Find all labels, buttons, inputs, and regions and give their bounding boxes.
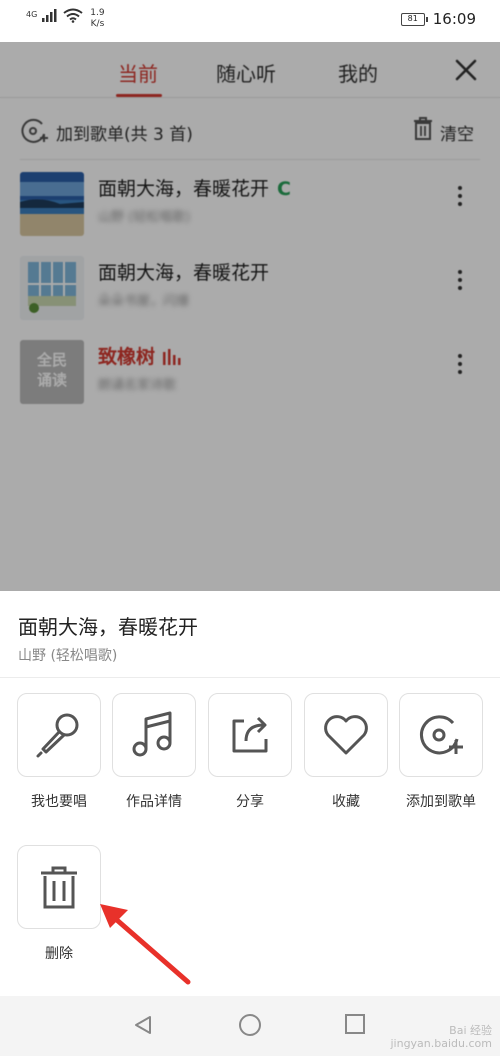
sheet-subtitle: 山野 (轻松唱歌) xyxy=(18,648,118,664)
recent-apps-icon[interactable] xyxy=(344,1014,366,1036)
add-to-playlist-icon xyxy=(420,715,463,755)
battery-icon: 81 xyxy=(400,12,428,26)
clock: 16:09 xyxy=(432,10,476,28)
divider xyxy=(0,677,500,678)
trash-icon xyxy=(41,866,77,909)
microphone-icon xyxy=(36,713,79,758)
delete-button[interactable]: 删除 xyxy=(17,845,101,963)
sheet-title: 面朝大海，春暖花开 xyxy=(18,615,198,639)
add-to-playlist-action-button[interactable]: 添加到歌单 xyxy=(399,693,483,811)
action-sheet: 面朝大海，春暖花开 山野 (轻松唱歌) 我也要唱 作品详情 分享 收藏 添加到歌… xyxy=(0,591,500,996)
share-icon xyxy=(232,716,268,753)
network-speed: 1.9 K/s xyxy=(90,8,105,29)
home-icon[interactable] xyxy=(238,1014,262,1038)
network-type: 4G xyxy=(26,10,38,19)
favorite-button[interactable]: 收藏 xyxy=(304,693,388,811)
signal-icon xyxy=(42,9,57,22)
status-bar: 4G 1.9 K/s 81 16:09 xyxy=(0,0,500,42)
annotation-arrow xyxy=(100,904,191,985)
sing-too-button[interactable]: 我也要唱 xyxy=(17,693,101,811)
music-note-icon xyxy=(132,711,172,757)
dim-overlay[interactable] xyxy=(0,42,500,591)
heart-icon xyxy=(324,715,368,755)
watermark: Bai 经验 jingyan.baidu.com xyxy=(390,1024,492,1050)
share-button[interactable]: 分享 xyxy=(208,693,292,811)
song-details-button[interactable]: 作品详情 xyxy=(112,693,196,811)
back-icon[interactable] xyxy=(132,1014,154,1036)
wifi-icon xyxy=(63,8,83,23)
